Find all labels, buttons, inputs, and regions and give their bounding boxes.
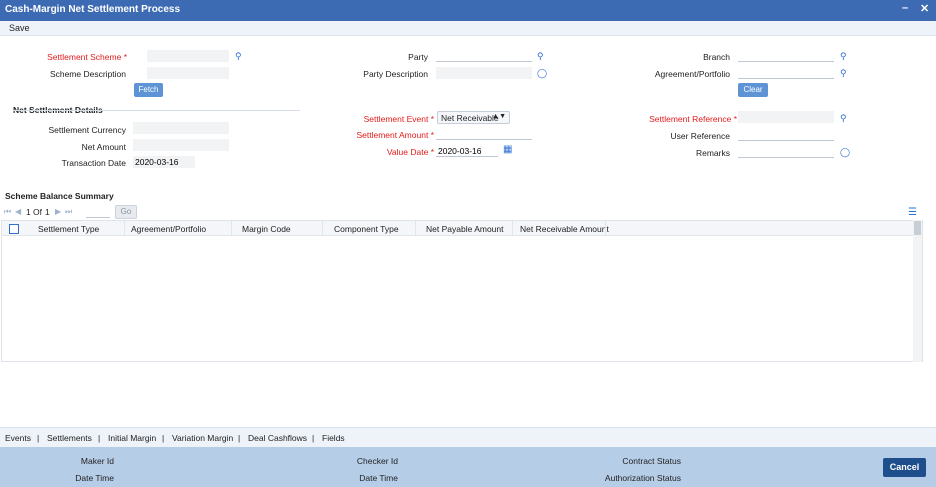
net-amount-label: Net Amount	[81, 142, 126, 152]
table-header: Settlement Type Agreement/Portfolio Marg…	[2, 221, 922, 236]
column-divider	[231, 221, 232, 236]
search-icon[interactable]: ⚲	[840, 51, 847, 61]
bottom-tabs: Events | Settlements | Initial Margin | …	[0, 427, 936, 447]
remarks-input[interactable]	[738, 146, 834, 158]
column-header[interactable]: Net Payable Amount	[426, 224, 504, 234]
next-page-icon[interactable]: ▶	[55, 207, 61, 216]
value-date-input[interactable]	[436, 145, 498, 157]
user-reference-label: User Reference	[670, 131, 730, 141]
fetch-button[interactable]: Fetch	[134, 83, 163, 97]
search-icon[interactable]: ⚲	[235, 51, 242, 61]
previous-page-icon[interactable]: ◀	[15, 207, 21, 216]
audit-footer: Maker Id Date Time Checker Id Date Time …	[0, 447, 936, 487]
tab-settlements[interactable]: Settlements	[47, 433, 92, 443]
scheme-balance-summary-title: Scheme Balance Summary	[5, 191, 114, 201]
column-divider	[322, 221, 323, 236]
party-label: Party	[408, 52, 428, 62]
settlement-amount-input[interactable]	[436, 128, 532, 140]
columns-icon[interactable]: ☰	[908, 207, 917, 218]
maker-date-time-label: Date Time	[75, 473, 114, 483]
title-bar: Cash-Margin Net Settlement Process – ✕	[0, 0, 936, 21]
tab-separator: |	[312, 433, 315, 443]
contract-status-label: Contract Status	[622, 456, 681, 466]
maker-id-label: Maker Id	[80, 456, 114, 466]
clear-button[interactable]: Clear	[738, 83, 768, 97]
save-button[interactable]: Save	[9, 23, 30, 33]
party-description-field	[436, 67, 532, 79]
checker-date-time-label: Date Time	[359, 473, 398, 483]
page-current: 1	[26, 207, 31, 217]
tab-variation-margin[interactable]: Variation Margin	[172, 433, 233, 443]
tab-initial-margin[interactable]: Initial Margin	[108, 433, 156, 443]
tab-separator: |	[98, 433, 101, 443]
search-icon[interactable]: ⚲	[537, 51, 544, 61]
page-of-label: Of	[33, 207, 42, 217]
settlement-scheme-input[interactable]	[147, 50, 229, 62]
settlement-event-label: Settlement Event *	[363, 114, 434, 124]
table-scrollbar[interactable]	[913, 220, 922, 362]
settlement-currency-field	[133, 122, 229, 134]
tab-deal-cashflows[interactable]: Deal Cashflows	[248, 433, 307, 443]
column-header[interactable]: Component Type	[334, 224, 399, 234]
scheme-balance-table: Settlement Type Agreement/Portfolio Marg…	[1, 220, 923, 362]
transaction-date-label: Transaction Date	[61, 158, 126, 168]
tab-separator: |	[162, 433, 165, 443]
tab-events[interactable]: Events	[5, 433, 31, 443]
agreement-portfolio-input[interactable]	[738, 67, 834, 79]
column-header[interactable]: Margin Code	[242, 224, 291, 234]
column-divider	[605, 221, 606, 236]
settlement-reference-input[interactable]	[738, 111, 834, 123]
value-date-label: Value Date *	[386, 147, 434, 157]
comment-icon[interactable]: ◯	[537, 68, 547, 78]
section-divider	[13, 110, 300, 111]
cancel-button[interactable]: Cancel	[883, 458, 926, 477]
scheme-description-field	[147, 67, 229, 79]
window-title: Cash-Margin Net Settlement Process	[5, 4, 181, 15]
toolbar: Save	[0, 21, 936, 36]
column-header[interactable]: Agreement/Portfolio	[131, 224, 206, 234]
tab-separator: |	[37, 433, 40, 443]
scrollbar-thumb[interactable]	[914, 221, 921, 235]
agreement-portfolio-label: Agreement/Portfolio	[654, 69, 730, 79]
go-button[interactable]: Go	[115, 205, 137, 219]
settlement-currency-label: Settlement Currency	[48, 125, 126, 135]
transaction-date-field	[133, 156, 195, 168]
tab-fields[interactable]: Fields	[322, 433, 345, 443]
last-page-icon[interactable]: ⏭	[65, 207, 72, 217]
column-divider	[512, 221, 513, 236]
settlement-reference-label: Settlement Reference *	[649, 114, 737, 124]
authorization-status-label: Authorization Status	[604, 473, 681, 483]
column-header[interactable]: Settlement Type	[38, 224, 99, 234]
checker-id-label: Checker Id	[356, 456, 398, 466]
scheme-description-label: Scheme Description	[49, 69, 126, 79]
page-number-input[interactable]	[86, 206, 110, 218]
settlement-amount-label: Settlement Amount *	[356, 130, 434, 140]
minimize-icon[interactable]: –	[902, 2, 908, 14]
settlement-event-select[interactable]: Net Receivable ▲▼	[437, 111, 510, 124]
user-reference-input[interactable]	[738, 129, 834, 141]
column-divider	[415, 221, 416, 236]
branch-label: Branch	[703, 52, 730, 62]
branch-input[interactable]	[738, 50, 834, 62]
tab-separator: |	[238, 433, 241, 443]
chevron-updown-icon: ▲▼	[492, 113, 506, 120]
select-all-checkbox[interactable]	[9, 224, 19, 234]
settlement-scheme-label: Settlement Scheme *	[47, 52, 127, 62]
comment-icon[interactable]: ◯	[840, 147, 850, 157]
column-divider	[124, 221, 125, 236]
net-amount-field	[133, 139, 229, 151]
settlement-event-value: Net Receivable	[441, 113, 499, 123]
party-description-label: Party Description	[363, 69, 428, 79]
party-input[interactable]	[436, 50, 532, 62]
first-page-icon[interactable]: ⏮	[4, 207, 11, 217]
pagination-bar: ⏮ ◀ 1 Of 1 ▶ ⏭	[0, 204, 936, 220]
remarks-label: Remarks	[695, 148, 730, 158]
search-icon[interactable]: ⚲	[840, 113, 847, 123]
calendar-icon[interactable]: ▦	[503, 145, 512, 155]
column-header[interactable]: Net Receivable Amount	[520, 224, 609, 234]
search-icon[interactable]: ⚲	[840, 68, 847, 78]
page-total: 1	[45, 207, 50, 217]
close-icon[interactable]: ✕	[920, 2, 929, 15]
